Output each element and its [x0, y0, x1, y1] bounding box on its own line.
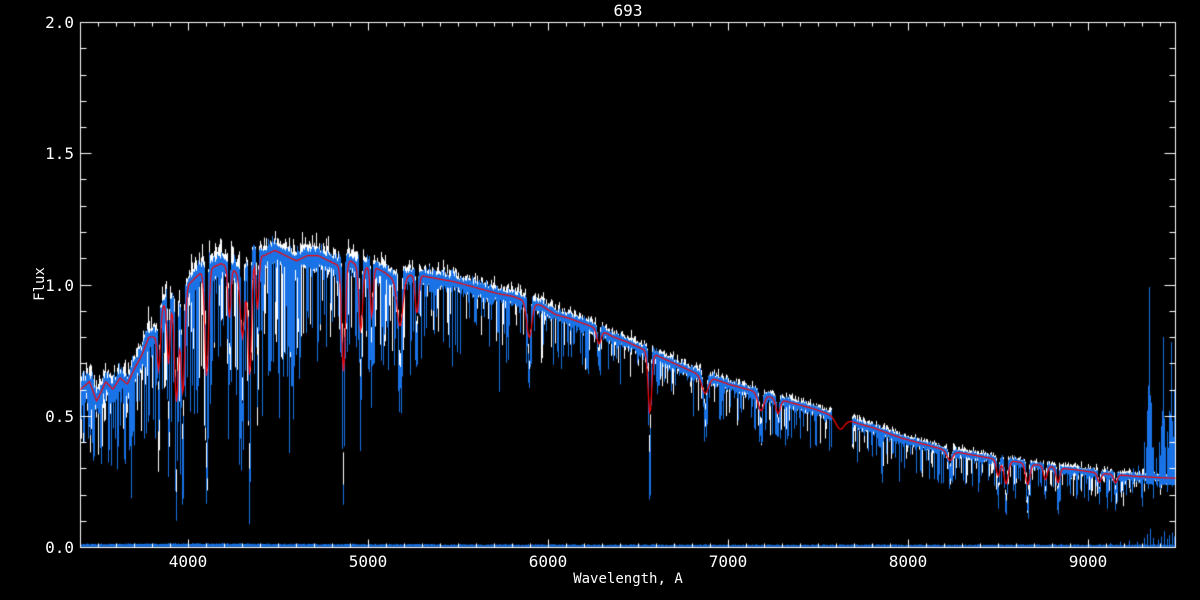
spectrum-plot-window: 693 Wavelength, A Flux 40005000600070008… — [0, 0, 1200, 600]
x-tick-label: 8000 — [872, 552, 944, 571]
y-tick-label: 0.5 — [28, 407, 74, 426]
x-tick-label: 5000 — [332, 552, 404, 571]
x-tick-label: 4000 — [152, 552, 224, 571]
y-tick-label: 0.0 — [28, 538, 74, 557]
plot-title: 693 — [528, 1, 728, 20]
y-tick-label: 1.5 — [28, 144, 74, 163]
x-axis-label: Wavelength, A — [528, 571, 728, 587]
x-tick-label: 7000 — [692, 552, 764, 571]
y-tick-label: 1.0 — [28, 276, 74, 295]
x-tick-label: 6000 — [512, 552, 584, 571]
x-tick-label: 9000 — [1052, 552, 1124, 571]
y-tick-label: 2.0 — [28, 13, 74, 32]
spectrum-canvas — [0, 0, 1200, 600]
